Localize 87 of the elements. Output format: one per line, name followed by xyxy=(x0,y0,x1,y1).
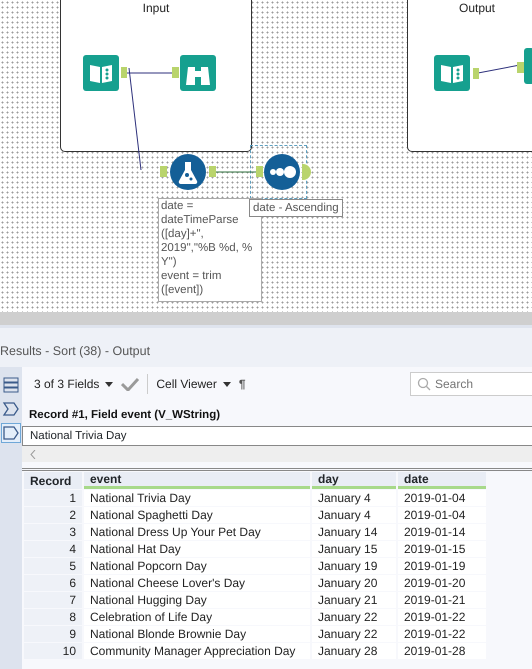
table-cell: January 28 xyxy=(312,643,396,660)
table-cell: National Popcorn Day xyxy=(84,558,310,574)
table-cell: 2019-01-04 xyxy=(398,490,486,506)
search-field[interactable]: Search xyxy=(435,375,525,393)
table-cell: 2019-01-19 xyxy=(398,558,486,574)
row-number: 1 xyxy=(24,490,82,506)
fields-dropdown[interactable]: 3 of 3 Fields xyxy=(34,375,114,393)
anchor-connector xyxy=(302,164,311,180)
row-number: 10 xyxy=(24,643,82,660)
table-cell: January 21 xyxy=(312,592,396,608)
table-cell: Community Manager Appreciation Day xyxy=(84,643,310,660)
anchor-connector xyxy=(121,67,127,78)
row-number: 3 xyxy=(24,524,82,540)
search-icon xyxy=(417,377,431,391)
scrollbar[interactable] xyxy=(0,312,532,325)
table-cell: 2019-01-28 xyxy=(398,643,486,660)
table-cell: January 4 xyxy=(312,507,396,524)
annotation-line: dateTimeParse xyxy=(161,213,240,227)
side-tab[interactable] xyxy=(1,375,21,395)
table-cell: National Trivia Day xyxy=(84,490,310,506)
binoculars-icon[interactable] xyxy=(180,55,216,91)
table-cell: 2019-01-22 xyxy=(398,609,486,626)
anchor-connector xyxy=(160,166,167,177)
table-cell: National Hugging Day xyxy=(84,592,310,608)
container-title: Output xyxy=(458,0,496,17)
table-cell: 2019-01-14 xyxy=(398,524,486,540)
row-number: 5 xyxy=(24,558,82,574)
annotation-line: Y") xyxy=(161,255,178,269)
anchor-connector xyxy=(209,166,216,177)
sort-tool-icon[interactable] xyxy=(264,154,300,190)
table-cell: January 19 xyxy=(312,558,396,574)
row-number: 8 xyxy=(24,609,82,626)
caret-icon xyxy=(105,382,114,386)
connector-line xyxy=(214,170,258,174)
cell-value: National Trivia Day xyxy=(22,426,532,446)
table-cell: January 4 xyxy=(312,490,396,506)
table-cell: January 14 xyxy=(312,524,396,540)
row-number: 9 xyxy=(24,626,82,642)
annotation-line: ([event]) xyxy=(161,283,204,297)
table-cell: 2019-01-20 xyxy=(398,575,486,592)
caret-icon xyxy=(222,382,231,386)
table-cell: January 15 xyxy=(312,541,396,558)
annotation: date - Ascending xyxy=(249,199,343,217)
table-cell: National Hat Day xyxy=(84,541,310,558)
column-header[interactable]: Record xyxy=(24,472,82,490)
column-header[interactable]: event xyxy=(84,472,310,490)
table-cell: 2019-01-22 xyxy=(398,626,486,642)
flask-icon[interactable] xyxy=(170,154,206,190)
rows-icon xyxy=(2,376,20,394)
column-header[interactable]: date xyxy=(398,472,486,490)
table-cell: Celebration of Life Day xyxy=(84,609,310,626)
row-number: 2 xyxy=(24,507,82,524)
table-cell: National Spaghetti Day xyxy=(84,507,310,524)
cell-viewer-dropdown[interactable]: Cell Viewer xyxy=(156,375,231,393)
pilcrow-button[interactable]: ¶ xyxy=(238,375,246,393)
book-icon[interactable] xyxy=(83,55,119,91)
container-title: Input xyxy=(142,0,170,17)
anchor-connector xyxy=(172,67,179,78)
annotation-line: 2019","%B %d, % xyxy=(161,241,254,255)
scrollbar[interactable] xyxy=(22,446,532,462)
side-tab[interactable] xyxy=(1,423,21,443)
anchor-connector xyxy=(473,68,479,79)
table-cell: National Blonde Brownie Day xyxy=(84,626,310,642)
anchor-connector xyxy=(517,62,524,73)
tag-icon xyxy=(2,424,20,442)
panel-title: Results - Sort (38) - Output xyxy=(0,325,532,367)
table-cell: National Dress Up Your Pet Day xyxy=(84,524,310,540)
row-number: 4 xyxy=(24,541,82,558)
table-cell: 2019-01-04 xyxy=(398,507,486,524)
table-cell: National Cheese Lover's Day xyxy=(84,575,310,592)
chevron-icon xyxy=(2,400,20,418)
record-label: Record #1, Field event (V_WString) xyxy=(28,408,222,423)
row-number: 7 xyxy=(24,592,82,608)
row-number: 6 xyxy=(24,575,82,592)
table-cell: January 22 xyxy=(312,626,396,642)
anchor-connector xyxy=(256,166,263,177)
search-box[interactable]: Search xyxy=(410,372,532,396)
connector-line xyxy=(478,64,520,74)
book-icon[interactable] xyxy=(434,55,470,91)
annotation-line: ([day]+", xyxy=(161,227,205,241)
column-header[interactable]: day xyxy=(312,472,396,490)
table-cell: 2019-01-21 xyxy=(398,592,486,608)
table-cell: 2019-01-15 xyxy=(398,541,486,558)
table-cell: January 22 xyxy=(312,609,396,626)
annotation-line: event = trim xyxy=(161,269,222,283)
table-cell: January 20 xyxy=(312,575,396,592)
checkmark-icon[interactable] xyxy=(121,377,140,391)
